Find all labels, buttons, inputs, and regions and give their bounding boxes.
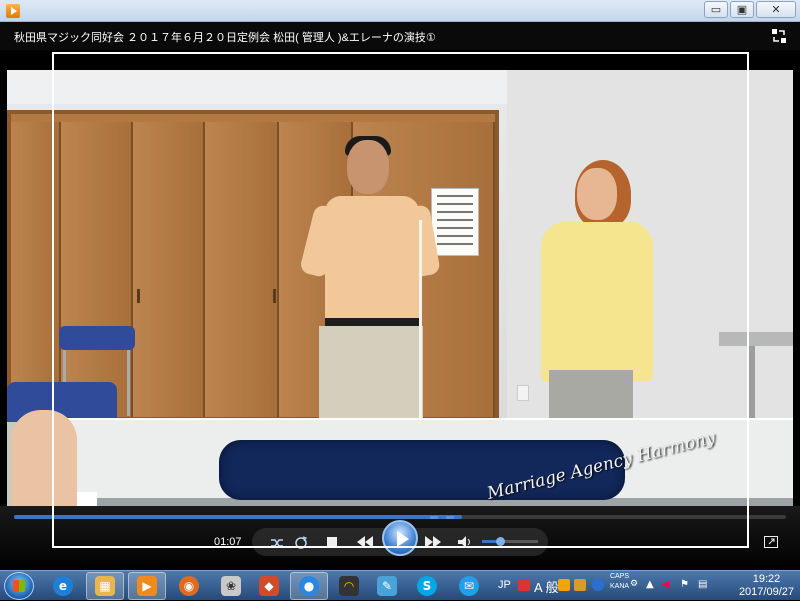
show-hidden-icons-icon[interactable]: ▲ [646, 579, 658, 591]
rewind-icon [357, 536, 373, 548]
stop-icon [327, 537, 337, 547]
next-button[interactable] [424, 535, 442, 549]
maximize-button[interactable]: ▣ [730, 1, 754, 18]
man-pants [319, 326, 423, 422]
taskbar-file-explorer[interactable]: ▦ [86, 572, 124, 600]
clock-date: 2017/09/27 [738, 586, 794, 598]
clock[interactable]: 19:22 2017/09/27 [739, 573, 794, 599]
taskbar: e ▦ ▶ ◉ ❀ ◆ ● ◠ ✎ S ✉ JP A 般 CAPS KANA ⚙… [0, 570, 800, 600]
rope [419, 220, 422, 420]
speaker-icon [458, 536, 470, 548]
current-time: 01:07 [214, 536, 242, 548]
taskbar-app-paint-bucket[interactable]: ◆ [250, 572, 288, 600]
seek-progress [14, 515, 462, 519]
taskbar-firefox[interactable]: ◉ [170, 572, 208, 600]
wall-outlet [517, 385, 529, 401]
player-controls: 01:07 [0, 506, 800, 570]
ime-settings-icon[interactable]: ⚙ [630, 579, 642, 591]
taskbar-app-paint[interactable]: ✎ [368, 572, 406, 600]
ime-red-icon[interactable] [518, 579, 530, 591]
taskbar-skype[interactable]: S [408, 572, 446, 600]
taskbar-app-chat[interactable]: ✉ [450, 572, 488, 600]
man-head [347, 140, 389, 194]
taskbar-app-cat[interactable]: ❀ [212, 572, 250, 600]
internet-explorer-icon: e [53, 576, 73, 596]
seek-bar[interactable] [14, 515, 786, 519]
media-player-icon [6, 4, 20, 18]
volume-knob[interactable] [496, 537, 505, 546]
video-title: 秋田県マジック同好会 ２０１７年６月２０日定例会 松田( 管理人 )&エレーナの… [14, 32, 436, 44]
man-shirt [325, 196, 419, 322]
folder-icon: ▦ [95, 576, 115, 596]
cat-icon: ❀ [221, 576, 241, 596]
window-controls: ▭ ▣ ✕ [704, 1, 796, 18]
woman-head [577, 168, 617, 220]
taskbar-internet-explorer[interactable]: e [44, 572, 82, 600]
woman-pants [549, 370, 633, 422]
network-icon[interactable]: ▤ [698, 579, 710, 591]
switch-to-library-icon[interactable] [772, 29, 786, 43]
play-button[interactable] [382, 520, 418, 556]
ime-mode[interactable]: A 般 [534, 577, 559, 596]
minimize-button[interactable]: ▭ [704, 1, 728, 18]
side-desk [719, 332, 793, 426]
help-icon[interactable] [592, 579, 604, 591]
taskbar-app-headphones[interactable]: ◠ [330, 572, 368, 600]
player-header: 秋田県マジック同好会 ２０１７年６月２０日定例会 松田( 管理人 )&エレーナの… [0, 22, 800, 50]
volume-slider[interactable] [482, 540, 538, 543]
window-titlebar: ▭ ▣ ✕ [0, 0, 800, 22]
caps-indicator: CAPS [610, 573, 630, 580]
fast-forward-icon [425, 536, 441, 548]
woman-blouse [541, 222, 653, 382]
start-button[interactable] [4, 572, 34, 600]
kana-indicator: KANA [610, 583, 630, 590]
paint-bucket-icon: ◆ [259, 576, 279, 596]
taskbar-app-blue-circle[interactable]: ● [290, 572, 328, 600]
system-tray: JP A 般 CAPS KANA ⚙ ▲ ◀ ⚑ ▤ 19:22 2017/09… [494, 571, 800, 601]
taskbar-media-player[interactable]: ▶ [128, 572, 166, 600]
close-button[interactable]: ✕ [756, 1, 796, 18]
language-indicator[interactable]: JP [498, 579, 511, 591]
previous-button[interactable] [356, 535, 374, 549]
skype-icon: S [417, 576, 437, 596]
headphones-icon: ◠ [339, 576, 359, 596]
repeat-icon[interactable] [294, 536, 308, 550]
fullscreen-icon[interactable] [764, 536, 778, 548]
antivirus-icon[interactable]: ◀ [662, 579, 674, 591]
paper-notice [431, 188, 479, 256]
action-center-flag-icon[interactable]: ⚑ [680, 579, 692, 591]
ime-dict-icon[interactable] [574, 579, 586, 591]
ime-tool-icon[interactable] [558, 579, 570, 591]
blue-circle-icon: ● [299, 576, 319, 596]
shuffle-icon[interactable] [270, 536, 284, 550]
firefox-icon: ◉ [179, 576, 199, 596]
mute-button[interactable] [458, 535, 472, 549]
clock-time: 19:22 [752, 573, 781, 585]
foreground-hand [11, 410, 77, 506]
stop-button[interactable] [326, 536, 338, 548]
chat-bubble-icon: ✉ [459, 576, 479, 596]
paint-palette-icon: ✎ [377, 576, 397, 596]
media-player-icon: ▶ [137, 576, 157, 596]
